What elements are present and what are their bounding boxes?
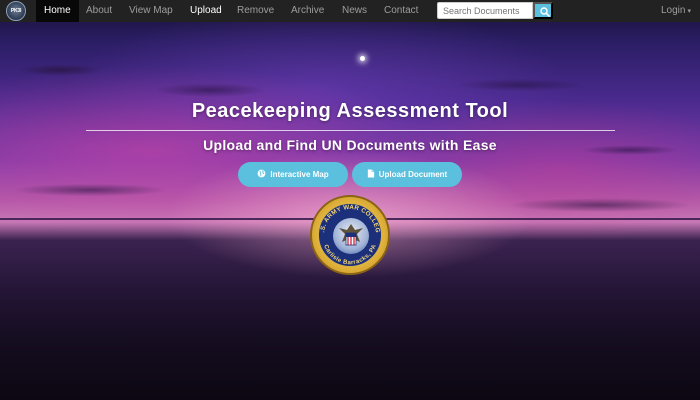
seal-lettering: U.S. ARMY WAR COLLEGE Carlisle Barracks,… <box>312 197 381 266</box>
nav-about[interactable]: About <box>86 0 112 22</box>
army-war-college-seal: U.S. ARMY WAR COLLEGE Carlisle Barracks,… <box>310 195 390 275</box>
page-title: Peacekeeping Assessment Tool <box>191 100 509 122</box>
seal-top-text: U.S. ARMY WAR COLLEGE <box>312 197 381 233</box>
caret-down-icon: ▾ <box>687 8 691 15</box>
search-input[interactable] <box>437 2 533 19</box>
brand-logo-text: PK3I <box>10 8 22 14</box>
nav-news[interactable]: News <box>342 0 367 22</box>
interactive-map-label: Interactive Map <box>270 170 329 179</box>
upload-document-label: Upload Document <box>378 170 448 179</box>
svg-text:U.S. ARMY WAR COLLEGE: U.S. ARMY WAR COLLEGE <box>312 197 381 233</box>
nav-remove[interactable]: Remove <box>237 0 274 22</box>
interactive-map-button[interactable]: Interactive Map <box>238 162 348 187</box>
nav-view-map[interactable]: View Map <box>129 0 173 22</box>
nav-upload[interactable]: Upload <box>190 0 222 22</box>
nav-archive[interactable]: Archive <box>291 0 324 22</box>
file-icon <box>367 169 374 178</box>
seal-bottom-text: Carlisle Barracks, PA <box>322 243 378 266</box>
login-label: Login <box>661 5 686 16</box>
nav-home[interactable]: Home <box>36 0 79 22</box>
upload-document-button[interactable]: Upload Document <box>352 162 462 187</box>
login-dropdown[interactable]: Login ▾ <box>661 0 691 22</box>
svg-text:Carlisle Barracks, PA: Carlisle Barracks, PA <box>322 243 378 266</box>
nav-contact[interactable]: Contact <box>384 0 418 22</box>
brand-logo[interactable]: PK3I <box>6 1 26 21</box>
page-subtitle: Upload and Find UN Documents with Ease <box>203 137 497 153</box>
top-navbar: PK3I Home About View Map Upload Remove A… <box>0 0 700 22</box>
search-button[interactable] <box>533 2 553 19</box>
search-icon <box>540 7 550 17</box>
title-divider <box>86 130 615 131</box>
globe-icon <box>258 170 266 178</box>
star-light <box>360 56 365 61</box>
